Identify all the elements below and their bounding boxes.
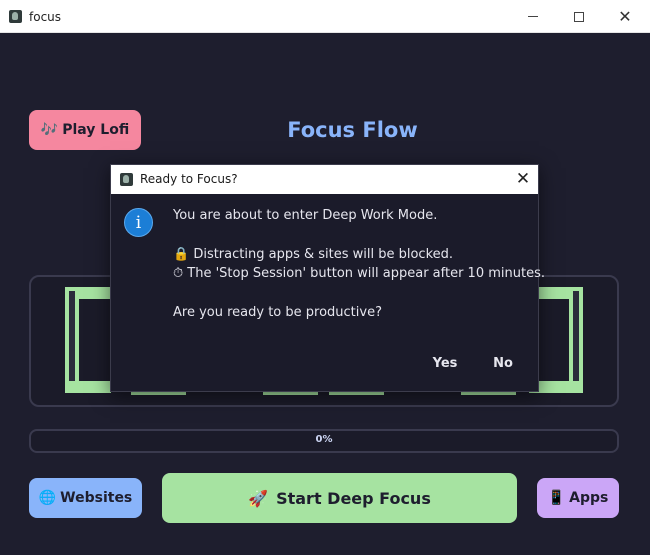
- maximize-icon: [574, 11, 584, 22]
- window-title: focus: [29, 10, 62, 24]
- no-button[interactable]: No: [483, 353, 523, 375]
- timer-segment-inner: [573, 291, 579, 389]
- dialog-question: Are you ready to be productive?: [173, 305, 382, 320]
- ready-to-focus-dialog: Ready to Focus? ✕ i You are about to ent…: [110, 164, 545, 392]
- phone-icon: 📱: [547, 490, 566, 506]
- timer-segment: [65, 381, 111, 393]
- play-lofi-label: Play Lofi: [62, 122, 130, 138]
- rocket-icon: 🚀: [248, 488, 269, 508]
- app-logo-icon: [120, 173, 133, 186]
- maximize-button[interactable]: [556, 0, 602, 33]
- close-button[interactable]: ✕: [602, 0, 648, 33]
- minimize-button[interactable]: [510, 0, 556, 33]
- session-progress-bar: 0%: [29, 429, 619, 453]
- app-title: Focus Flow: [287, 118, 418, 142]
- globe-icon: 🌐: [38, 490, 57, 506]
- websites-button[interactable]: 🌐 Websites: [29, 478, 142, 518]
- dialog-titlebar: Ready to Focus? ✕: [111, 165, 538, 194]
- dialog-message-line: You are about to enter Deep Work Mode.: [173, 208, 438, 223]
- apps-button[interactable]: 📱 Apps: [537, 478, 619, 518]
- start-deep-focus-button[interactable]: 🚀 Start Deep Focus: [162, 473, 517, 523]
- timer-segment-inner: [69, 291, 75, 389]
- window-titlebar: focus ✕: [0, 0, 650, 33]
- yes-button[interactable]: Yes: [423, 353, 467, 375]
- close-icon: ✕: [618, 6, 632, 26]
- dialog-close-button[interactable]: ✕: [509, 168, 537, 190]
- websites-label: Websites: [60, 490, 133, 506]
- dialog-title: Ready to Focus?: [140, 172, 238, 186]
- minimize-icon: [528, 16, 538, 17]
- play-lofi-button[interactable]: 🎶 Play Lofi: [29, 110, 141, 150]
- music-notes-icon: 🎶: [40, 122, 59, 138]
- app-logo-icon: [9, 10, 22, 23]
- progress-label: 0%: [315, 434, 333, 445]
- start-deep-focus-label: Start Deep Focus: [276, 488, 431, 508]
- info-icon: i: [124, 208, 153, 237]
- dialog-message-line: ⏱ The 'Stop Session' button will appear …: [173, 266, 545, 281]
- apps-label: Apps: [569, 490, 609, 506]
- dialog-message-line: 🔒 Distracting apps & sites will be block…: [173, 247, 454, 262]
